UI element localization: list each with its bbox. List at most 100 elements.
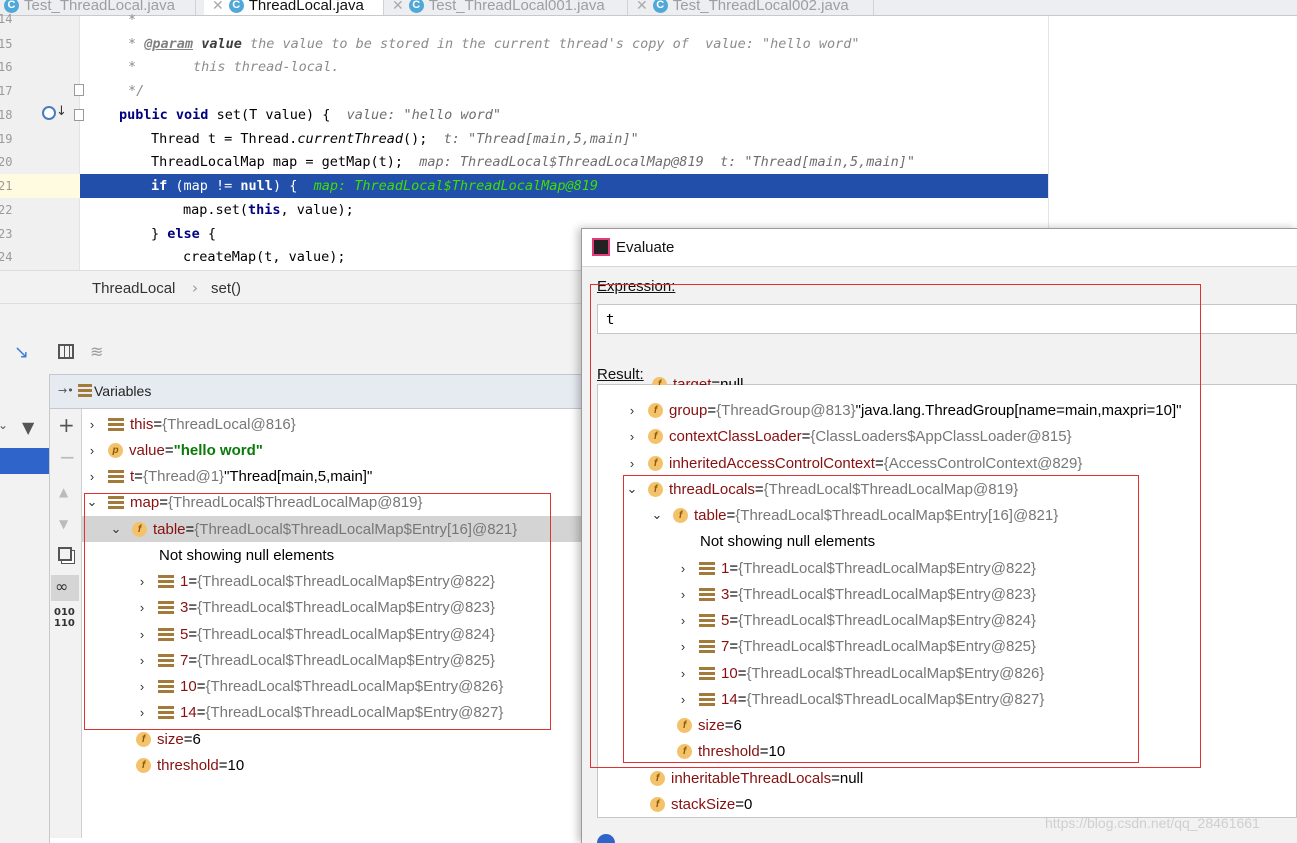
- code-line-current: if (map != null) { map: ThreadLocal$Thre…: [151, 178, 599, 194]
- chevron-right-icon[interactable]: ›: [86, 469, 98, 484]
- class-icon: C: [652, 0, 668, 13]
- line-number: 24: [0, 250, 13, 264]
- tab-label: ThreadLocal.java: [248, 0, 364, 14]
- code-line: Thread t = Thread.currentThread(); t: "T…: [151, 131, 639, 147]
- show-watches-toggle[interactable]: ∞: [51, 575, 79, 601]
- pin-icon[interactable]: →•: [58, 384, 74, 397]
- arrow-down-icon: ↓: [56, 104, 67, 119]
- move-up-icon[interactable]: ▲: [59, 485, 68, 499]
- tree-row[interactable]: › this = {ThreadLocal@816}: [86, 411, 296, 437]
- filter-icon[interactable]: ▼: [22, 418, 34, 437]
- chevron-right-icon[interactable]: ›: [86, 443, 98, 458]
- tree-row[interactable]: f stackSize = 0: [650, 791, 752, 817]
- breadcrumb-separator-icon: ›: [192, 279, 198, 297]
- variables-toolstrip: + − ▲ ▼ ∞ 010 110: [50, 409, 82, 838]
- dialog-titlebar: Evaluate: [582, 229, 1297, 267]
- line-number: 14: [0, 12, 13, 26]
- code-line: * @param value the value to be stored in…: [128, 36, 860, 52]
- field-icon: f: [650, 796, 665, 812]
- move-down-icon[interactable]: ▼: [59, 517, 68, 531]
- chevron-down-icon[interactable]: ⌄: [0, 418, 8, 432]
- trace-stream-icon[interactable]: ≋: [90, 342, 103, 361]
- inline-value-hint: map: ThreadLocal$ThreadLocalMap@819: [297, 178, 599, 194]
- javadoc-desc: the value to be stored in the current th…: [241, 36, 689, 52]
- remove-watch-icon[interactable]: −: [59, 445, 76, 469]
- class-icon: C: [228, 0, 244, 13]
- method-breakpoint-icon[interactable]: [42, 106, 56, 120]
- javadoc-param-name: value: [201, 36, 242, 52]
- glasses-icon: ∞: [55, 577, 69, 596]
- static-call: currentThread: [297, 131, 403, 147]
- code-line: * this thread-local.: [128, 59, 340, 75]
- tree-row[interactable]: › t = {Thread@1} "Thread[main,5,main]": [86, 463, 372, 489]
- tab-label: Test_ThreadLocal.java: [24, 0, 175, 14]
- fold-marker-icon[interactable]: [74, 84, 84, 96]
- watermark: https://blog.csdn.net/qq_28461661: [1045, 815, 1260, 831]
- inline-value-hint: value: "hello word": [688, 36, 860, 52]
- parameter-icon: p: [108, 442, 123, 458]
- keyword: null: [240, 178, 273, 194]
- breadcrumb-class[interactable]: ThreadLocal: [92, 280, 175, 297]
- variables-icon: [78, 384, 92, 397]
- field-icon: f: [136, 731, 151, 747]
- line-number: 20: [0, 155, 13, 169]
- close-icon[interactable]: ✕: [212, 0, 224, 14]
- keyword: if: [151, 178, 168, 194]
- line-number: 16: [0, 60, 13, 74]
- inline-value-hint: value: "hello word": [330, 107, 502, 123]
- frames-panel: ⌄ ▼: [0, 374, 50, 843]
- keyword: this: [248, 202, 281, 218]
- tab-threadlocal[interactable]: ✕ C ThreadLocal.java: [204, 0, 384, 15]
- editor-tab-bar: C Test_ThreadLocal.java ✕ C ThreadLocal.…: [0, 0, 1297, 16]
- breadcrumb-method[interactable]: set(): [211, 280, 241, 297]
- line-number: 17: [0, 84, 13, 98]
- javadoc-tag: @param: [144, 36, 194, 52]
- close-icon[interactable]: ✕: [636, 0, 648, 14]
- tab-test-threadlocal002[interactable]: ✕ C Test_ThreadLocal002.java: [628, 0, 874, 15]
- class-icon: C: [408, 0, 424, 13]
- selected-frame[interactable]: [0, 448, 49, 474]
- keyword: public: [119, 107, 168, 123]
- field-icon: f: [650, 770, 665, 786]
- fold-marker-icon[interactable]: [74, 109, 84, 121]
- intellij-logo-icon: [592, 238, 610, 256]
- step-into-cursor-icon[interactable]: ↘: [14, 342, 29, 363]
- code-line: */: [128, 83, 145, 99]
- tree-row[interactable]: › p value = "hello word": [86, 437, 263, 463]
- tab-test-threadlocal[interactable]: C Test_ThreadLocal.java: [0, 0, 196, 15]
- code-line: *: [128, 12, 137, 28]
- dialog-title: Evaluate: [616, 239, 675, 256]
- chevron-right-icon[interactable]: ›: [86, 417, 98, 432]
- variables-header: →• Variables: [50, 374, 590, 409]
- add-watch-icon[interactable]: +: [58, 413, 75, 437]
- object-icon: [108, 417, 124, 431]
- field-icon: f: [136, 757, 151, 773]
- line-number: 21: [0, 179, 13, 193]
- tree-row[interactable]: f inheritableThreadLocals = null: [650, 765, 863, 791]
- method-signature: set(T value) {: [208, 107, 331, 123]
- line-number: 18: [0, 108, 13, 122]
- tab-test-threadlocal001[interactable]: ✕ C Test_ThreadLocal001.java: [384, 0, 628, 15]
- binary-icon[interactable]: 010 110: [54, 607, 75, 629]
- panel-title: Variables: [94, 383, 152, 399]
- line-number: 15: [0, 37, 13, 51]
- line-number: 22: [0, 203, 13, 217]
- close-icon[interactable]: ✕: [392, 0, 404, 14]
- keyword: void: [175, 107, 209, 123]
- code-line: createMap(t, value);: [183, 249, 346, 265]
- keyword: else: [167, 226, 200, 242]
- evaluate-expression-icon[interactable]: [58, 344, 74, 359]
- class-icon: C: [4, 0, 19, 13]
- code-line: ThreadLocalMap map = getMap(t); map: Thr…: [151, 154, 916, 170]
- copy-icon[interactable]: [58, 547, 72, 561]
- annotation-highlight-box: [623, 475, 1139, 763]
- line-number: 23: [0, 227, 13, 241]
- inline-value-hint: map: ThreadLocal$ThreadLocalMap@819 t: "…: [402, 154, 916, 170]
- code-line: public void set(T value) { value: "hello…: [119, 107, 501, 123]
- line-number: 19: [0, 132, 13, 146]
- inline-value-hint: t: "Thread[main,5,main]": [427, 131, 639, 147]
- code-line: } else {: [151, 226, 217, 242]
- tree-row[interactable]: f threshold = 10: [136, 752, 244, 778]
- code-line: map.set(this, value);: [183, 202, 354, 218]
- tab-label: Test_ThreadLocal002.java: [672, 0, 849, 14]
